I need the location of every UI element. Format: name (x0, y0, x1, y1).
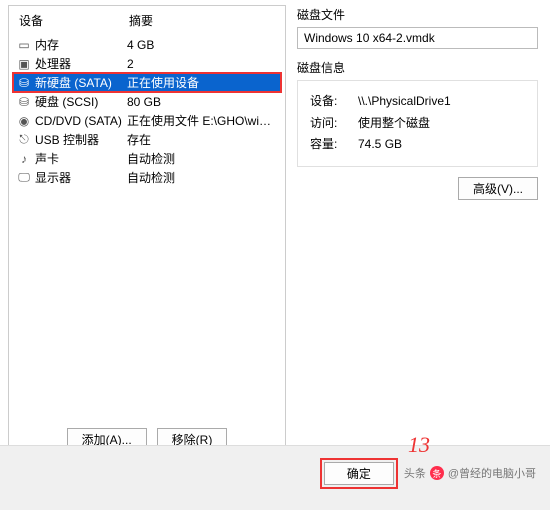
info-value: \\.\PhysicalDrive1 (358, 91, 451, 113)
info-row: 访问:使用整个磁盘 (310, 113, 525, 135)
disk-file-field[interactable]: Windows 10 x64-2.vmdk (297, 27, 538, 49)
info-row: 设备:\\.\PhysicalDrive1 (310, 91, 525, 113)
details-panel: 磁盘文件 Windows 10 x64-2.vmdk 磁盘信息 设备:\\.\P… (291, 0, 550, 445)
device-summary: 2 (127, 57, 277, 71)
info-value: 使用整个磁盘 (358, 113, 430, 135)
device-name: 新硬盘 (SATA) (35, 74, 112, 91)
display-icon: 🖵 (17, 172, 31, 184)
device-list-header: 设备 摘要 (13, 10, 281, 35)
disk-info-box: 设备:\\.\PhysicalDrive1访问:使用整个磁盘容量:74.5 GB (297, 80, 538, 167)
device-summary: 正在使用文件 E:\GHO\win10\z... (127, 112, 277, 129)
device-name: USB 控制器 (35, 131, 99, 148)
info-key: 容量: (310, 134, 358, 156)
device-row[interactable]: ▭ 内存 4 GB (13, 35, 281, 54)
device-summary: 自动检测 (127, 169, 277, 186)
advanced-button[interactable]: 高级(V)... (458, 177, 538, 200)
device-name: 处理器 (35, 55, 71, 72)
watermark-prefix: 头条 (404, 465, 426, 481)
info-key: 设备: (310, 91, 358, 113)
info-key: 访问: (310, 113, 358, 135)
disk-icon: ⛁ (17, 77, 31, 89)
header-summary: 摘要 (129, 12, 275, 29)
sound-icon: ♪ (17, 153, 31, 165)
device-row[interactable]: 🖵 显示器 自动检测 (13, 168, 281, 187)
disk-info-label: 磁盘信息 (297, 59, 538, 76)
annotation-number: 13 (408, 432, 430, 458)
device-panel: 设备 摘要 ▭ 内存 4 GB ▣ 处理器 2 ⛁ 新硬盘 (SATA) 正在使用设备 ⛁ 硬盘 (… (8, 5, 286, 440)
device-name: CD/DVD (SATA) (35, 114, 122, 128)
info-row: 容量:74.5 GB (310, 134, 525, 156)
watermark-user: @曾经的电脑小哥 (448, 465, 536, 481)
watermark-icon: 条 (430, 466, 444, 480)
device-summary: 80 GB (127, 95, 277, 109)
device-name: 声卡 (35, 150, 59, 167)
disk-icon: ⛁ (17, 96, 31, 108)
device-row[interactable]: ▣ 处理器 2 (13, 54, 281, 73)
device-name: 内存 (35, 36, 59, 53)
cpu-icon: ▣ (17, 58, 31, 70)
device-row[interactable]: ⛁ 硬盘 (SCSI) 80 GB (13, 92, 281, 111)
info-value: 74.5 GB (358, 134, 402, 156)
device-summary: 正在使用设备 (127, 74, 277, 91)
device-row[interactable]: ◉ CD/DVD (SATA) 正在使用文件 E:\GHO\win10\z... (13, 111, 281, 130)
device-summary: 自动检测 (127, 150, 277, 167)
memory-icon: ▭ (17, 39, 31, 51)
device-list: 设备 摘要 ▭ 内存 4 GB ▣ 处理器 2 ⛁ 新硬盘 (SATA) 正在使用设备 ⛁ 硬盘 (… (9, 6, 285, 439)
device-row[interactable]: ⛁ 新硬盘 (SATA) 正在使用设备 (13, 73, 281, 92)
header-device: 设备 (19, 12, 129, 29)
device-name: 硬盘 (SCSI) (35, 93, 98, 110)
disk-file-label: 磁盘文件 (297, 6, 538, 23)
dialog-footer: 13 确定 头条 条 @曾经的电脑小哥 (0, 445, 550, 500)
cd-icon: ◉ (17, 115, 31, 127)
watermark: 头条 条 @曾经的电脑小哥 (404, 465, 536, 481)
ok-button[interactable]: 确定 (324, 462, 394, 485)
usb-icon: ⎋ (17, 134, 31, 146)
device-summary: 4 GB (127, 38, 277, 52)
device-summary: 存在 (127, 131, 277, 148)
device-row[interactable]: ⎋ USB 控制器 存在 (13, 130, 281, 149)
device-name: 显示器 (35, 169, 71, 186)
device-row[interactable]: ♪ 声卡 自动检测 (13, 149, 281, 168)
